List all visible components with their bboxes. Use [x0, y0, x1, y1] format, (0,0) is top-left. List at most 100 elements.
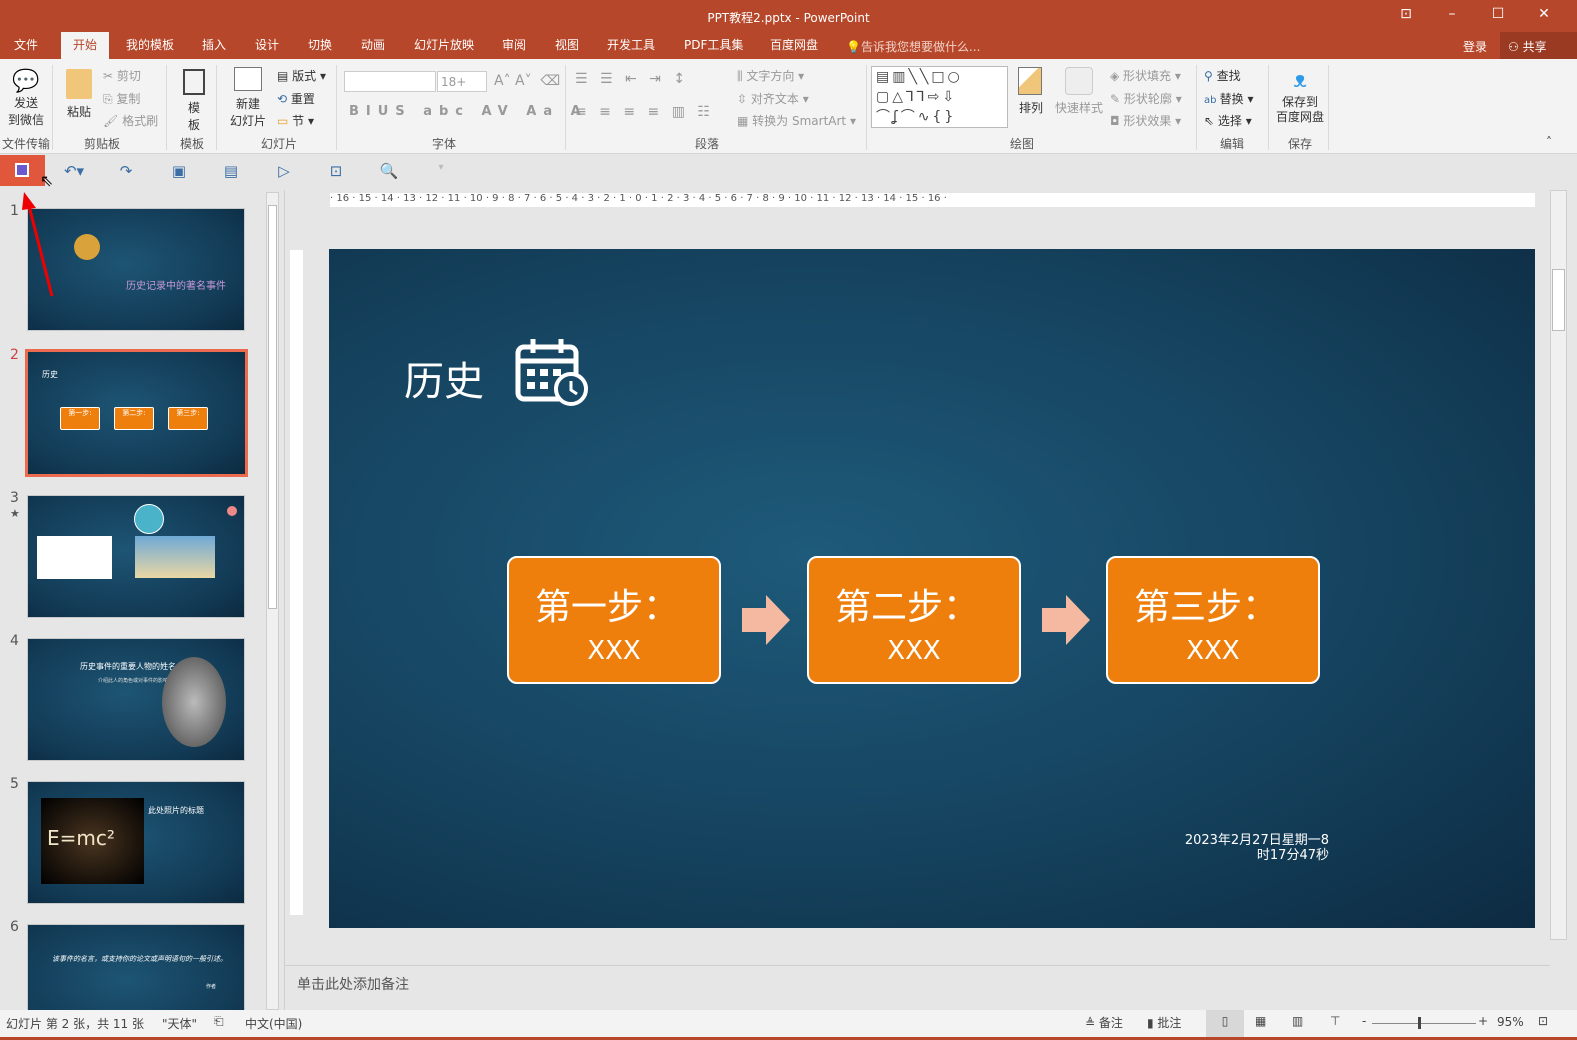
- replace-button[interactable]: ab 替换 ▾: [1204, 90, 1254, 107]
- tab-my-templates[interactable]: 我的模板: [114, 32, 186, 59]
- convert-smartart-button[interactable]: ▦ 转换为 SmartArt ▾: [737, 112, 856, 129]
- shapes-gallery[interactable]: ▤▥╲╲□○ ▢△⅂⅂⇨⇩ ⌒ʆ⌒∿{}: [871, 66, 1008, 128]
- redo-icon[interactable]: ↷: [115, 162, 137, 182]
- arrange-button[interactable]: 排列: [1018, 67, 1044, 116]
- thumbnail-scrollbar[interactable]: [266, 192, 279, 1010]
- text-direction-button[interactable]: ⫼ 文字方向 ▾: [737, 67, 804, 84]
- tab-developer[interactable]: 开发工具: [595, 32, 667, 59]
- play-from-start-icon[interactable]: ▷: [273, 162, 295, 182]
- tab-baidu-netdisk[interactable]: 百度网盘: [758, 32, 830, 59]
- text-box-qat-icon[interactable]: ▤: [220, 162, 242, 182]
- slide-title[interactable]: 历史: [404, 349, 484, 407]
- find-button[interactable]: ⚲ 查找: [1204, 67, 1241, 84]
- smartart-label: 转换为 SmartArt: [752, 114, 847, 128]
- new-slide-button[interactable]: 新建 幻灯片: [224, 67, 272, 129]
- scrollbar-thumb[interactable]: [1552, 269, 1565, 331]
- language[interactable]: 中文(中国): [245, 1015, 302, 1032]
- layout-label: 版式: [292, 69, 317, 83]
- minimize-button[interactable]: –: [1437, 6, 1467, 22]
- font-style-buttons[interactable]: BIUS abc AV Aa A: [349, 104, 588, 119]
- font-size-input[interactable]: 18+: [437, 71, 487, 92]
- zoom-slider[interactable]: [1372, 1017, 1476, 1029]
- slide-sorter-icon[interactable]: ▦: [1255, 1014, 1266, 1028]
- tab-file[interactable]: 文件: [2, 32, 50, 59]
- slide-thumbnail-4[interactable]: 历史事件的重要人物的姓名 介绍此人的角色或对事件的影响。: [27, 638, 245, 761]
- step-box-2[interactable]: 第二步： XXX: [807, 556, 1021, 684]
- slide-scrollbar[interactable]: [1550, 190, 1567, 940]
- maximize-button[interactable]: ☐: [1483, 6, 1513, 22]
- tab-animations[interactable]: 动画: [349, 32, 397, 59]
- list-buttons[interactable]: ☰ ☰ ⇤ ⇥ ↕: [575, 71, 689, 87]
- fit-to-window-icon[interactable]: ⊡: [1538, 1014, 1548, 1028]
- undo-icon[interactable]: ↶▾: [63, 162, 85, 182]
- spellcheck-icon[interactable]: ⎗: [214, 1014, 224, 1029]
- status-bar: 幻灯片 第 2 张，共 11 张 "天体" ⎗ 中文(中国) ≜ 备注 ▮ 批注…: [0, 1010, 1577, 1040]
- close-button[interactable]: ✕: [1529, 6, 1559, 22]
- format-painter-button[interactable]: 🖌 格式刷: [103, 112, 158, 129]
- shape-effects-button[interactable]: ◘ 形状效果 ▾: [1110, 112, 1181, 129]
- tab-transitions[interactable]: 切换: [296, 32, 344, 59]
- scrollbar-thumb[interactable]: [268, 205, 277, 609]
- thumb-title: 历史记录中的著名事件: [126, 281, 226, 292]
- slideshow-view-icon[interactable]: ⊤: [1330, 1014, 1340, 1028]
- normal-view-icon[interactable]: ▯: [1206, 1010, 1244, 1037]
- cut-button[interactable]: ✂ 剪切: [103, 67, 141, 84]
- dot: [227, 506, 237, 516]
- new-slide-qat-icon[interactable]: ▣: [168, 162, 190, 182]
- template-icon: [183, 69, 205, 95]
- template-button[interactable]: 模 板: [180, 69, 208, 133]
- zoom-in-button[interactable]: +: [1478, 1014, 1488, 1028]
- layout-button[interactable]: ▤ 版式 ▾: [277, 67, 326, 84]
- image-circle: [74, 234, 100, 260]
- thumb-author: 作者: [206, 984, 217, 990]
- align-text-button[interactable]: ⇳ 对齐文本 ▾: [737, 90, 809, 107]
- tab-design[interactable]: 设计: [243, 32, 291, 59]
- section-button[interactable]: ▭ 节 ▾: [277, 112, 314, 129]
- tab-review[interactable]: 审阅: [490, 32, 538, 59]
- zoom-level[interactable]: 95%: [1497, 1015, 1524, 1029]
- step-box-1[interactable]: 第一步： XXX: [507, 556, 721, 684]
- reading-view-icon[interactable]: ▥: [1292, 1014, 1303, 1028]
- notes-pane[interactable]: 单击此处添加备注: [285, 965, 1550, 1010]
- comments-toggle[interactable]: ▮ 批注: [1147, 1014, 1181, 1031]
- shape-outline-button[interactable]: ✎ 形状轮廓 ▾: [1110, 90, 1182, 107]
- ribbon-display-options-icon[interactable]: ⊡: [1391, 6, 1421, 22]
- paste-button[interactable]: 粘贴: [63, 69, 95, 120]
- reset-button[interactable]: ⟲ 重置: [277, 90, 315, 107]
- save-to-baidu-button[interactable]: ᴥ 保存到 百度网盘: [1274, 67, 1326, 125]
- tab-insert[interactable]: 插入: [190, 32, 238, 59]
- collapse-ribbon-icon[interactable]: ˄: [1546, 135, 1552, 149]
- send-to-wechat-button[interactable]: 💬 发送 到微信: [8, 69, 44, 128]
- slide-thumbnail-2[interactable]: 历史 第一步: 第二步: 第三步:: [25, 349, 248, 477]
- slide-canvas[interactable]: 历史 第一步： XXX 第二步： XXX 第三步： XXX 2023年2月27日星期一…: [329, 249, 1535, 928]
- tab-slideshow[interactable]: 幻灯片放映: [402, 32, 486, 59]
- slide-thumbnail-6[interactable]: 该事件的名言，或支持你的论文或声明语句的一般引述。 作者: [27, 924, 245, 1010]
- notes-placeholder[interactable]: 单击此处添加备注: [297, 974, 409, 994]
- copy-button[interactable]: ⎘ 复制: [103, 90, 140, 107]
- tab-view[interactable]: 视图: [543, 32, 591, 59]
- login-link[interactable]: 登录: [1463, 38, 1487, 55]
- tab-home[interactable]: 开始: [61, 32, 110, 59]
- tab-pdf-tools[interactable]: PDF工具集: [672, 32, 755, 59]
- align-buttons[interactable]: ≡ ≡ ≡ ≡ ▥ ☷: [575, 104, 714, 120]
- share-button[interactable]: ⚇ 共享: [1500, 32, 1577, 59]
- step-box-3[interactable]: 第三步： XXX: [1106, 556, 1320, 684]
- print-preview-icon[interactable]: 🔍: [378, 162, 400, 182]
- presenter-icon[interactable]: ⊡: [325, 162, 347, 182]
- horizontal-ruler: · 16 · 15 · 14 · 13 · 12 · 11 · 10 · 9 ·…: [330, 193, 1535, 207]
- select-label: 选择: [1217, 114, 1242, 128]
- zoom-slider-thumb[interactable]: [1418, 1017, 1421, 1029]
- select-button[interactable]: ⇖ 选择 ▾: [1204, 112, 1252, 129]
- notes-toggle[interactable]: ≜ 备注: [1085, 1014, 1123, 1031]
- font-size-controls[interactable]: A˄ A˅ ⌫: [494, 73, 560, 89]
- date-time-footer[interactable]: 2023年2月27日星期一8 时17分47秒: [1129, 833, 1329, 863]
- zoom-out-button[interactable]: -: [1362, 1014, 1366, 1028]
- quick-styles-button[interactable]: 快速样式: [1054, 67, 1104, 116]
- font-name-input[interactable]: [344, 71, 436, 92]
- slide-thumbnail-3[interactable]: [27, 495, 245, 618]
- shape-fill-button[interactable]: ◈ 形状填充 ▾: [1110, 67, 1181, 84]
- customize-qat-icon[interactable]: ▾: [430, 162, 452, 182]
- save-button[interactable]: [0, 155, 45, 186]
- slide-thumbnail-5[interactable]: E=mc² 此处照片的标题: [27, 781, 245, 904]
- tell-me-search[interactable]: 💡告诉我您想要做什么...: [846, 38, 980, 55]
